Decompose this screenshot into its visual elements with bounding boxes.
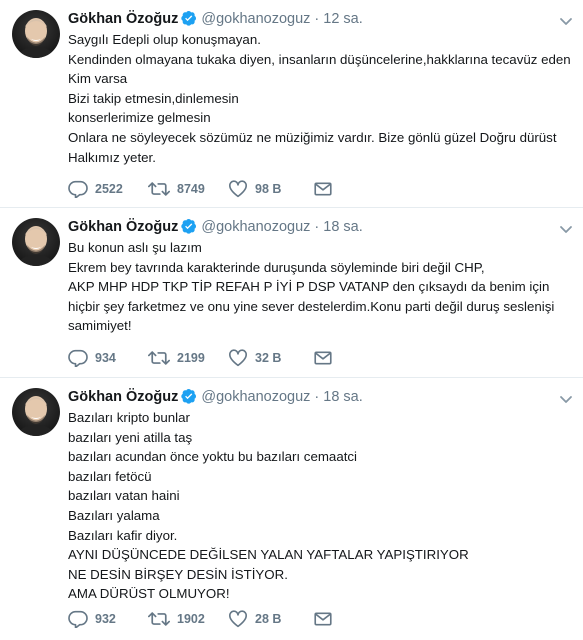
reply-icon bbox=[68, 180, 88, 198]
like-button[interactable]: 28 B bbox=[228, 610, 314, 628]
reply-count: 932 bbox=[95, 612, 116, 626]
tweet-text: Bazıları kripto bunlar bazıları yeni atil… bbox=[68, 408, 571, 604]
retweet-count: 8749 bbox=[177, 182, 205, 196]
tweet-timestamp[interactable]: 12 sa. bbox=[323, 11, 363, 27]
reply-count: 934 bbox=[95, 351, 116, 365]
verified-badge-icon bbox=[181, 10, 197, 32]
reply-button[interactable]: 2522 bbox=[68, 180, 148, 198]
heart-icon bbox=[228, 349, 248, 367]
avatar[interactable] bbox=[12, 218, 60, 266]
retweet-icon bbox=[148, 349, 170, 367]
reply-button[interactable]: 934 bbox=[68, 349, 148, 367]
like-count: 32 B bbox=[255, 351, 282, 365]
tweet-text-line: NE DESİN BİRŞEY DESİN İSTİYOR. bbox=[68, 566, 288, 582]
tweet-text-line: Bazıları yalama bbox=[68, 507, 160, 523]
reply-icon bbox=[68, 349, 88, 367]
author-name[interactable]: Gökhan Özoğuz bbox=[68, 389, 178, 405]
avatar-image bbox=[12, 10, 60, 58]
reply-button[interactable]: 932 bbox=[68, 610, 148, 628]
tweet[interactable]: Gökhan Özoğuz @gokhanozoguz · 18 sa. Bazıla… bbox=[0, 378, 583, 640]
direct-message-button[interactable] bbox=[314, 181, 332, 197]
reply-count: 2522 bbox=[95, 182, 123, 196]
retweet-button[interactable]: 1902 bbox=[148, 610, 228, 628]
tweet-text: Bu konun aslı şu lazım Ekrem bey tavrında… bbox=[68, 238, 571, 336]
retweet-icon bbox=[148, 610, 170, 628]
mail-icon bbox=[314, 181, 332, 197]
like-button[interactable]: 32 B bbox=[228, 349, 314, 367]
tweet-text-line: Ekrem bey tavrında karakterinde duruşund… bbox=[68, 259, 485, 275]
tweet-actions: 934 2199 32 B bbox=[68, 349, 332, 367]
mail-icon bbox=[314, 350, 332, 366]
tweet-text-line: Bazıları kripto bunlar bbox=[68, 410, 190, 425]
tweet-feed: Gökhan Özoğuz @gokhanozoguz · 12 sa. Saygıl… bbox=[0, 0, 583, 640]
tweet[interactable]: Gökhan Özoğuz @gokhanozoguz · 18 sa. Bu kon… bbox=[0, 208, 583, 378]
tweet-text-line: Saygılı Edepli olup konuşmayan. bbox=[68, 32, 261, 47]
retweet-count: 1902 bbox=[177, 612, 205, 626]
heart-icon bbox=[228, 180, 248, 198]
avatar-image bbox=[12, 218, 60, 266]
tweet-text-line: konserlerimize gelmesin bbox=[68, 110, 211, 126]
direct-message-button[interactable] bbox=[314, 611, 332, 627]
heart-icon bbox=[228, 610, 248, 628]
separator-dot: · bbox=[314, 389, 320, 405]
tweet-text-line: Bizi takip etmesin,dinlemesin bbox=[68, 90, 239, 106]
retweet-count: 2199 bbox=[177, 351, 205, 365]
tweet-timestamp[interactable]: 18 sa. bbox=[323, 389, 363, 405]
tweet-text-line: bazıları fetöcü bbox=[68, 468, 152, 484]
author-handle[interactable]: @gokhanozoguz bbox=[201, 389, 310, 405]
like-count: 28 B bbox=[255, 612, 282, 626]
tweet-header: Gökhan Özoğuz @gokhanozoguz · 18 sa. bbox=[68, 387, 363, 410]
tweet-text-line: Bazıları kafir diyor. bbox=[68, 527, 178, 543]
tweet-actions: 2522 8749 98 B bbox=[68, 180, 332, 198]
retweet-icon bbox=[148, 180, 170, 198]
tweet-text-line: bazıları vatan haini bbox=[68, 488, 180, 504]
tweet-text-line: bazıları yeni atilla taş bbox=[68, 429, 193, 445]
author-name[interactable]: Gökhan Özoğuz bbox=[68, 11, 178, 27]
tweet[interactable]: Gökhan Özoğuz @gokhanozoguz · 12 sa. Saygıl… bbox=[0, 0, 583, 208]
separator-dot: · bbox=[314, 219, 320, 235]
avatar[interactable] bbox=[12, 388, 60, 436]
tweet-timestamp[interactable]: 18 sa. bbox=[323, 219, 363, 235]
tweet-text-line: Kendinden olmayana tukaka diyen, insanla… bbox=[68, 51, 571, 87]
tweet-text-line: AMA DÜRÜST OLMUYOR! bbox=[68, 586, 230, 602]
verified-badge-icon bbox=[181, 388, 197, 410]
tweet-header: Gökhan Özoğuz @gokhanozoguz · 12 sa. bbox=[68, 9, 363, 32]
separator-dot: · bbox=[314, 11, 320, 27]
author-handle[interactable]: @gokhanozoguz bbox=[201, 219, 310, 235]
tweet-text-line: Bu konun aslı şu lazım bbox=[68, 240, 202, 255]
tweet-actions: 932 1902 28 B bbox=[68, 610, 332, 628]
author-handle[interactable]: @gokhanozoguz bbox=[201, 11, 310, 27]
tweet-header: Gökhan Özoğuz @gokhanozoguz · 18 sa. bbox=[68, 217, 363, 240]
tweet-text: Saygılı Edepli olup konuşmayan. Kendinden… bbox=[68, 30, 571, 167]
retweet-button[interactable]: 2199 bbox=[148, 349, 228, 367]
reply-icon bbox=[68, 610, 88, 628]
like-count: 98 B bbox=[255, 182, 282, 196]
avatar[interactable] bbox=[12, 10, 60, 58]
author-name[interactable]: Gökhan Özoğuz bbox=[68, 219, 178, 235]
like-button[interactable]: 98 B bbox=[228, 180, 314, 198]
mail-icon bbox=[314, 611, 332, 627]
avatar-image bbox=[12, 388, 60, 436]
tweet-text-line: Onlara ne söyleyecek sözümüz ne müziğimi… bbox=[68, 129, 557, 165]
direct-message-button[interactable] bbox=[314, 350, 332, 366]
tweet-text-line: AYNI DÜŞÜNCEDE DEĞİLSEN YALAN YAFTALAR Y… bbox=[68, 547, 469, 563]
tweet-text-line: AKP MHP HDP TKP TİP REFAH P İYİ P DSP VA… bbox=[68, 279, 555, 334]
verified-badge-icon bbox=[181, 218, 197, 240]
tweet-text-line: bazıları acundan önce yoktu bu bazıları … bbox=[68, 449, 358, 465]
retweet-button[interactable]: 8749 bbox=[148, 180, 228, 198]
